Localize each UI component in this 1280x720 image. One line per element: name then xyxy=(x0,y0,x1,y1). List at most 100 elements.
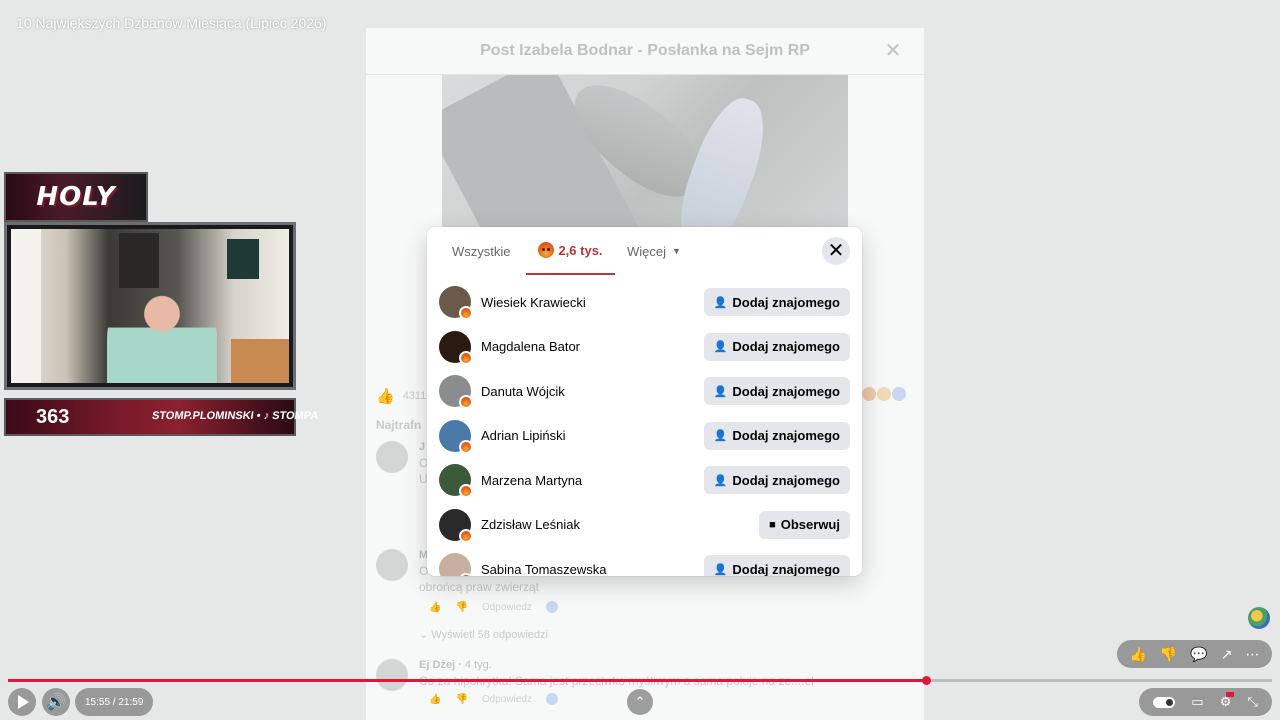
wow-reaction-icon xyxy=(877,387,891,401)
volume-icon: 🔊 xyxy=(46,694,66,711)
reactor-name[interactable]: Wiesiek Krawiecki xyxy=(481,295,586,310)
add-friend-button[interactable]: 👤 Dodaj znajomego xyxy=(703,421,850,450)
avatar[interactable] xyxy=(376,441,408,473)
angry-reaction-icon xyxy=(459,484,473,498)
reactor-name[interactable]: Zdzisław Leśniak xyxy=(481,517,580,532)
thumbs-down-icon[interactable]: 👎 xyxy=(455,694,467,705)
avatar[interactable] xyxy=(439,375,473,409)
like-reaction-icon xyxy=(545,601,558,613)
time-display: 15:55 / 21:59 xyxy=(75,688,154,716)
webcam-feed xyxy=(11,229,289,383)
post-title: Post Izabela Bodnar - Posłanka na Sejm R… xyxy=(480,42,810,59)
play-icon xyxy=(18,695,29,709)
angry-reaction-icon xyxy=(538,242,555,258)
streamer xyxy=(107,283,217,383)
angry-reaction-icon xyxy=(459,573,473,576)
volume-button[interactable]: 🔊 xyxy=(42,688,70,716)
planet-icon xyxy=(1248,607,1270,629)
tab-more[interactable]: Więcej ▼ xyxy=(627,227,681,275)
follow-button[interactable]: ■ Obserwuj xyxy=(759,510,850,539)
add-friend-icon: 👤 xyxy=(713,296,728,309)
avatar[interactable] xyxy=(439,419,473,454)
like-icon[interactable]: 👍 xyxy=(1129,646,1146,663)
play-button[interactable] xyxy=(8,688,36,716)
post-header: Post Izabela Bodnar - Posłanka na Sejm R… xyxy=(366,28,924,75)
like-icon[interactable]: 👍 xyxy=(376,387,395,405)
dislike-icon[interactable]: 👎 xyxy=(1160,646,1177,663)
social-handle: STOMP.PLOMINSKI • ♪ STOMPA xyxy=(151,410,320,422)
comment-actions: 👍 👎 Odpowiedz xyxy=(429,601,558,613)
list-item: Sabina Tomaszewska 👤 Dodaj znajomego xyxy=(427,547,862,576)
like-reaction-icon xyxy=(892,387,906,401)
add-friend-icon: 👤 xyxy=(713,341,728,354)
progress-handle[interactable] xyxy=(922,676,931,685)
player-controls-right: ▭ ⚙ ⤡ xyxy=(1139,688,1272,716)
captions-icon[interactable]: ▭ xyxy=(1191,694,1203,710)
comment-icon[interactable]: 💬 xyxy=(1190,646,1207,663)
exit-fullscreen-icon[interactable]: ⤡ xyxy=(1248,694,1258,710)
settings-icon[interactable]: ⚙ xyxy=(1220,692,1234,710)
like-count[interactable]: 4311 xyxy=(403,390,427,402)
avatar[interactable] xyxy=(376,549,408,581)
avatar[interactable] xyxy=(439,553,473,576)
reactor-name[interactable]: Adrian Lipiński xyxy=(481,428,566,443)
list-item: Wiesiek Krawiecki 👤 Dodaj znajomego xyxy=(427,280,862,325)
reaction-summary[interactable] xyxy=(862,387,906,401)
reactions-dialog: Wszystkie 2,6 tys. Więcej ▼ ✕ Wiesiek Kr… xyxy=(427,227,862,576)
angry-reaction-icon xyxy=(459,350,473,365)
share-icon[interactable]: ↗ xyxy=(1221,646,1233,663)
list-item: Adrian Lipiński 👤 Dodaj znajomego xyxy=(427,414,862,459)
progress-bar[interactable] xyxy=(8,676,1272,685)
close-icon[interactable]: ✕ xyxy=(882,40,904,62)
comment-sort-label[interactable]: Najtrafn xyxy=(376,418,421,432)
video-title: 10 Największych Dzbanów Miesiąca (Lipiec… xyxy=(16,15,327,31)
reaction-tabs: Wszystkie 2,6 tys. Więcej ▼ ✕ xyxy=(427,227,862,275)
comment-author[interactable]: J xyxy=(419,441,425,453)
reactor-name[interactable]: Danuta Wójcik xyxy=(481,384,565,399)
avatar[interactable] xyxy=(439,286,473,320)
reactor-name[interactable]: Sabina Tomaszewska xyxy=(481,562,607,576)
reactor-name[interactable]: Marzena Martyna xyxy=(481,473,582,488)
progress-fill xyxy=(8,679,926,682)
follow-icon: ■ xyxy=(769,518,776,531)
thumbs-up-icon[interactable]: 👍 xyxy=(429,694,441,705)
avatar[interactable] xyxy=(439,508,473,543)
angry-reaction-icon xyxy=(459,306,473,320)
add-friend-icon: 👤 xyxy=(713,563,728,576)
haha-reaction-icon xyxy=(862,387,876,401)
viewer-counter: 363 xyxy=(36,406,70,428)
reply-link[interactable]: Odpowiedz xyxy=(482,602,532,613)
add-friend-button[interactable]: 👤 Dodaj znajomego xyxy=(703,466,850,495)
list-item: Marzena Martyna 👤 Dodaj znajomego xyxy=(427,458,862,503)
reactor-list: Wiesiek Krawiecki 👤 Dodaj znajomego Magd… xyxy=(427,280,862,576)
avatar[interactable] xyxy=(376,659,408,691)
avatar[interactable] xyxy=(439,330,473,365)
add-friend-button[interactable]: 👤 Dodaj znajomego xyxy=(703,288,850,317)
add-friend-icon: 👤 xyxy=(713,430,728,443)
tab-all[interactable]: Wszystkie xyxy=(452,227,511,275)
more-icon[interactable]: ⋯ xyxy=(1245,646,1259,663)
add-friend-button[interactable]: 👤 Dodaj znajomego xyxy=(703,555,850,576)
thumbs-down-icon[interactable]: 👎 xyxy=(455,602,467,613)
reactor-name[interactable]: Magdalena Bator xyxy=(481,339,580,354)
add-friend-icon: 👤 xyxy=(713,385,728,398)
add-friend-button[interactable]: 👤 Dodaj znajomego xyxy=(703,332,850,361)
webcam-frame xyxy=(4,222,296,390)
autoplay-toggle[interactable] xyxy=(1153,696,1176,708)
angry-reaction-icon xyxy=(459,528,473,543)
thumbs-up-icon[interactable]: 👍 xyxy=(429,602,441,613)
list-item: Zdzisław Leśniak ■ Obserwuj xyxy=(427,503,862,548)
reply-link[interactable]: Odpowiedz xyxy=(482,694,532,705)
comment-actions: 👍 👎 Odpowiedz xyxy=(429,693,558,705)
view-replies-link[interactable]: ⌄ Wyświetl 58 odpowiedzi xyxy=(419,628,548,641)
comment-author[interactable]: Ej Dżej · 4 tyg. xyxy=(419,659,492,671)
add-friend-button[interactable]: 👤 Dodaj znajomego xyxy=(703,377,850,406)
holy-logo: HOLY xyxy=(4,172,148,222)
close-icon[interactable]: ✕ xyxy=(822,237,850,265)
tab-angry[interactable]: 2,6 tys. xyxy=(526,227,615,275)
chevron-up-icon[interactable]: ⌃ xyxy=(627,689,653,715)
avatar[interactable] xyxy=(439,464,473,498)
angry-reaction-icon xyxy=(459,395,473,409)
list-item: Magdalena Bator 👤 Dodaj znajomego xyxy=(427,325,862,370)
list-item: Danuta Wójcik 👤 Dodaj znajomego xyxy=(427,369,862,414)
